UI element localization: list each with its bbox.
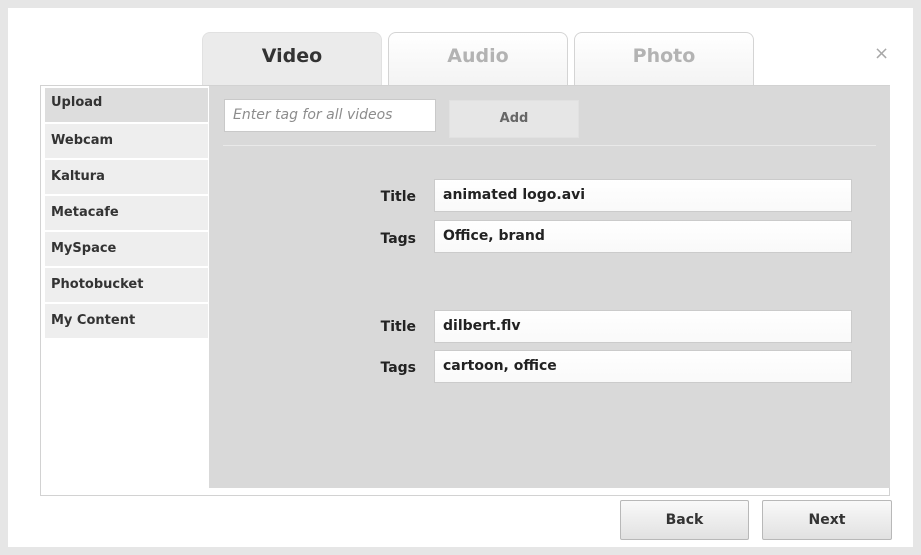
sidebar-item-metacafe[interactable]: Metacafe: [45, 196, 208, 230]
sidebar-item-myspace[interactable]: MySpace: [45, 232, 208, 266]
video-title-field[interactable]: animated logo.avi: [434, 179, 852, 212]
divider: [223, 145, 876, 146]
back-button[interactable]: Back: [620, 500, 749, 540]
video-tags-field[interactable]: Office, brand: [434, 220, 852, 253]
sidebar-item-photobucket[interactable]: Photobucket: [45, 268, 208, 302]
video-title-field[interactable]: dilbert.flv: [434, 310, 852, 343]
title-label: Title: [380, 319, 416, 335]
title-label: Title: [380, 189, 416, 205]
tab-audio[interactable]: Audio: [388, 32, 568, 88]
video-tags-field[interactable]: cartoon, office: [434, 350, 852, 383]
add-tag-button[interactable]: Add: [449, 100, 579, 138]
close-icon[interactable]: ×: [874, 44, 889, 64]
sidebar-item-upload[interactable]: Upload: [45, 88, 208, 122]
main-panel: Upload Webcam Kaltura Metacafe MySpace P…: [40, 85, 890, 496]
source-sidebar: Upload Webcam Kaltura Metacafe MySpace P…: [45, 88, 208, 340]
import-media-dialog: Video Audio Photo × Upload Webcam Kaltur…: [8, 8, 913, 547]
tab-photo[interactable]: Photo: [574, 32, 754, 88]
sidebar-item-webcam[interactable]: Webcam: [45, 124, 208, 158]
tab-video[interactable]: Video: [202, 32, 382, 89]
sidebar-item-my-content[interactable]: My Content: [45, 304, 208, 338]
tab-video-label: Video: [261, 45, 323, 67]
upload-content: Enter tag for all videos Add Title anima…: [209, 86, 890, 488]
tab-audio-label: Audio: [447, 45, 509, 67]
tag-all-videos-input[interactable]: Enter tag for all videos: [224, 99, 436, 132]
tags-label: Tags: [380, 231, 416, 247]
sidebar-item-kaltura[interactable]: Kaltura: [45, 160, 208, 194]
tags-label: Tags: [380, 360, 416, 376]
next-button[interactable]: Next: [762, 500, 892, 540]
tab-photo-label: Photo: [632, 45, 696, 67]
